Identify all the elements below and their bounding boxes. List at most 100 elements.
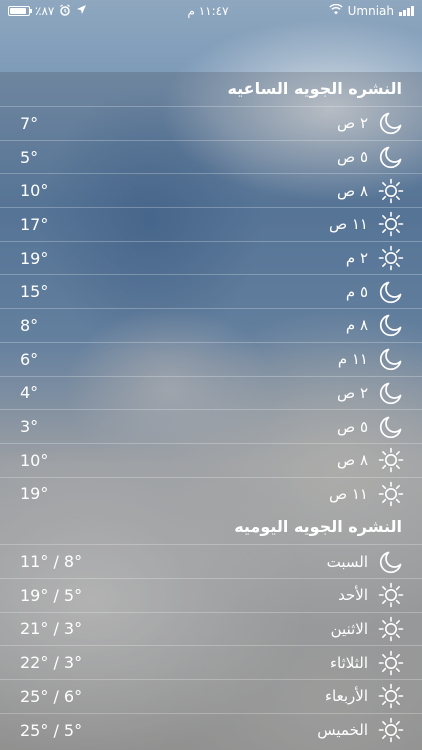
hourly-row: 19° ٢ م	[0, 240, 422, 275]
hourly-time: ٢ ص	[337, 114, 368, 133]
hourly-label-group: ٥ ص	[337, 144, 404, 170]
wifi-icon	[328, 3, 343, 18]
moon-icon	[378, 414, 404, 440]
daily-temperature: 25° / 5°	[20, 720, 83, 740]
hourly-time: ١١ م	[337, 350, 368, 369]
sun-icon	[378, 683, 404, 709]
hourly-row: 8° ٨ م	[0, 308, 422, 342]
daily-label-group: السبت	[327, 549, 404, 575]
carrier-name: Umniah	[347, 4, 394, 18]
moon-icon	[378, 279, 404, 305]
hourly-label-group: ٢ ص	[337, 110, 404, 136]
battery-icon	[8, 6, 32, 16]
hourly-time: ١١ ص	[328, 484, 368, 503]
hourly-time: ٨ م	[345, 316, 368, 335]
daily-row: 25° / 5° الخميس	[0, 712, 422, 747]
hourly-row: 3° ٥ ص	[0, 409, 422, 443]
hourly-time: ٨ ص	[337, 451, 368, 470]
sun-icon	[378, 650, 404, 676]
moon-icon	[378, 110, 404, 136]
status-time: ١١:٤٧ م	[187, 4, 229, 18]
hourly-row: 7° ٢ ص	[0, 106, 422, 140]
forecast-sheet[interactable]: النشره الجويه الساعيه 7° ٢ ص 5° ٥ ص 10° ٨ ص 17…	[0, 72, 422, 750]
hourly-temperature: 6°	[20, 349, 39, 369]
hourly-label-group: ١١ م	[338, 346, 404, 372]
hourly-row: 19° ١١ ص	[0, 476, 422, 511]
hourly-forecast-list: 7° ٢ ص 5° ٥ ص 10° ٨ ص 17° ١١ ص 19° ٢ م 15° ٥ م 8° ٨ م…	[0, 106, 422, 510]
daily-temperature: 21° / 3°	[20, 619, 83, 639]
location-arrow-icon	[76, 4, 87, 18]
hourly-label-group: ٢ ص	[337, 380, 404, 406]
hourly-time: ٢ ص	[337, 383, 368, 402]
daily-temperature: 22° / 3°	[20, 653, 83, 673]
hourly-temperature: 7°	[20, 113, 39, 133]
hourly-label-group: ٥ م	[346, 279, 404, 305]
daily-temperature: 11° / 8°	[20, 552, 83, 572]
hourly-time: ٢ م	[345, 249, 368, 268]
hourly-row: 10° ٨ ص	[0, 442, 422, 477]
daily-label-group: الأحد	[338, 582, 404, 608]
status-left: ٪٨٧	[8, 3, 87, 19]
signal-bars-icon	[398, 6, 414, 16]
hourly-label-group: ٨ ص	[337, 178, 404, 204]
daily-day: الثلاثاء	[329, 653, 368, 672]
battery-percent: ٪٨٧	[35, 4, 55, 18]
sun-icon	[378, 211, 404, 237]
hourly-temperature: 8°	[20, 315, 39, 335]
hourly-label-group: ١١ ص	[329, 481, 404, 507]
sun-icon	[378, 582, 404, 608]
sun-icon	[378, 616, 404, 642]
moon-icon	[378, 346, 404, 372]
daily-label-group: الثلاثاء	[330, 650, 404, 676]
daily-label-group: الخميس	[317, 717, 404, 743]
hourly-label-group: ٢ م	[346, 245, 404, 271]
hourly-row: 15° ٥ م	[0, 274, 422, 308]
moon-icon	[378, 144, 404, 170]
status-bar: ٪٨٧ ١١:٤٧ م Umniah	[0, 0, 422, 22]
daily-row: 19° / 5° الأحد	[0, 577, 422, 612]
daily-label-group: الأربعاء	[325, 683, 404, 709]
daily-day: الأربعاء	[324, 687, 368, 706]
daily-temperature: 19° / 5°	[20, 585, 83, 605]
daily-day: الأحد	[338, 586, 368, 605]
hourly-label-group: ٥ ص	[337, 414, 404, 440]
daily-row: 25° / 6° الأربعاء	[0, 679, 422, 713]
daily-day: السبت	[326, 552, 368, 571]
sun-icon	[378, 481, 404, 507]
hourly-temperature: 15°	[20, 282, 49, 302]
sun-icon	[378, 178, 404, 204]
alarm-clock-icon	[59, 3, 71, 19]
hourly-time: ٥ م	[345, 282, 368, 301]
daily-day: الاثنين	[330, 619, 368, 638]
daily-forecast-title: النشره الجويه اليوميه	[234, 517, 402, 537]
hourly-forecast-title: النشره الجويه الساعيه	[227, 79, 402, 98]
hourly-row: 17° ١١ ص	[0, 207, 422, 241]
hourly-temperature: 10°	[20, 450, 49, 470]
hourly-temperature: 10°	[20, 181, 49, 201]
moon-icon	[378, 549, 404, 575]
hourly-time: ٥ ص	[337, 148, 368, 167]
hourly-temperature: 5°	[20, 147, 39, 167]
hourly-time: ٥ ص	[337, 417, 368, 436]
moon-icon	[378, 380, 404, 406]
daily-row: 21° / 3° الاثنين	[0, 611, 422, 646]
daily-row: 11° / 8° السبت	[0, 544, 422, 578]
daily-forecast-list: 11° / 8° السبت 19° / 5° الأحد 21° / 3° الاثني…	[0, 544, 422, 746]
hourly-row: 10° ٨ ص	[0, 173, 422, 207]
sun-icon	[378, 447, 404, 473]
hourly-temperature: 19°	[20, 248, 49, 268]
daily-label-group: الاثنين	[331, 616, 404, 642]
hourly-time: ٨ ص	[337, 181, 368, 200]
daily-temperature: 25° / 6°	[20, 686, 83, 706]
hourly-temperature: 17°	[20, 214, 49, 234]
hourly-label-group: ١١ ص	[329, 211, 404, 237]
battery-fill	[10, 8, 26, 14]
hourly-label-group: ٨ م	[346, 312, 404, 338]
hourly-temperature: 19°	[20, 484, 49, 504]
sun-icon	[378, 245, 404, 271]
hourly-temperature: 4°	[20, 383, 39, 403]
daily-row: 22° / 3° الثلاثاء	[0, 645, 422, 679]
hourly-temperature: 3°	[20, 417, 39, 437]
sun-icon	[378, 717, 404, 743]
daily-day: الخميس	[317, 721, 368, 740]
